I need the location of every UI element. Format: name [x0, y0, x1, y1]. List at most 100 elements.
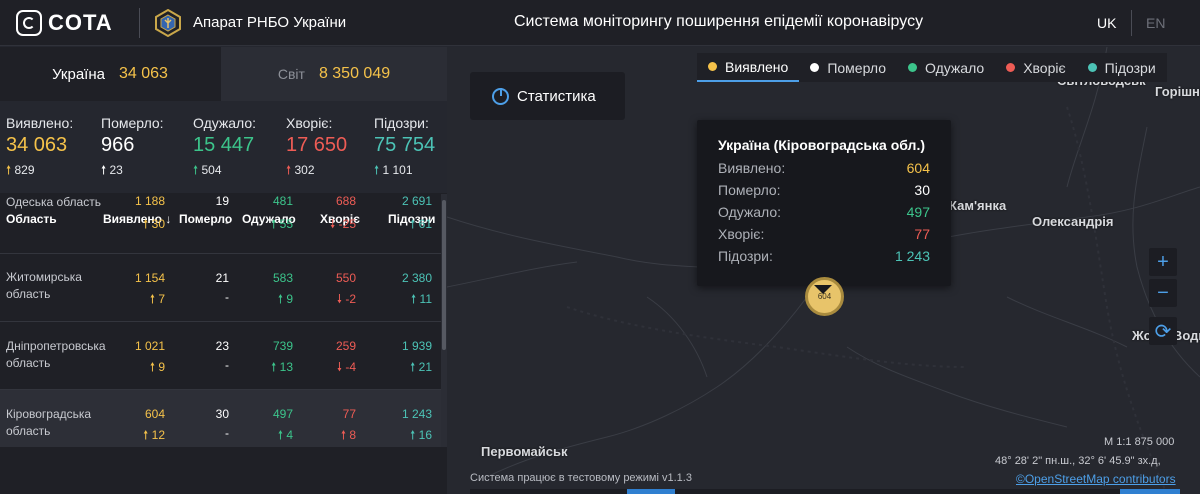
statistics-button[interactable]: Статистика — [470, 72, 625, 120]
row-recovered: 497 — [272, 407, 293, 421]
zoom-out-button[interactable]: − — [1149, 279, 1177, 307]
row-region-name: Житомирська область — [6, 270, 82, 301]
row-sick: 259 — [335, 339, 356, 353]
legend-suspected[interactable]: Підозри — [1077, 53, 1167, 82]
row-died: 23 — [215, 339, 229, 353]
stat-suspected-delta: 1 101 — [382, 163, 413, 177]
cota-logo[interactable]: COTA — [16, 8, 113, 38]
stat-sick-label: Хворіє: — [286, 115, 333, 131]
tooltip-arrow — [814, 285, 832, 294]
row-died-delta: - — [225, 215, 229, 229]
row-recovered-delta: 13 — [279, 360, 293, 374]
row-suspected-delta: 61 — [418, 217, 432, 231]
row-died-delta: - — [225, 426, 229, 440]
arrow-up-icon: 🠕 — [410, 360, 416, 374]
stat-detected-delta: 829 — [14, 163, 35, 177]
legend-label: Одужало — [925, 59, 985, 76]
refresh-icon[interactable]: ⟳ — [1149, 317, 1177, 345]
arrow-up-icon: 🠕 — [374, 163, 380, 177]
table-row[interactable]: Одеська область 1 188 🠕 30 19 - 481 🠕 55… — [0, 194, 441, 254]
tab-ukraine-label: Україна — [52, 65, 105, 83]
lang-divider — [1131, 10, 1132, 36]
arrow-up-icon: 🠕 — [277, 292, 283, 306]
row-region-name: Одеська область — [6, 195, 101, 209]
table-scrollbar-thumb[interactable] — [442, 200, 446, 350]
row-died-delta: - — [225, 358, 229, 372]
tooltip-value: 604 — [906, 160, 930, 176]
stat-sick-delta: 302 — [294, 163, 315, 177]
row-detected-delta: 9 — [158, 360, 165, 374]
tab-ukraine[interactable]: Україна 34 063 — [0, 47, 220, 101]
table-row[interactable]: Дніпропетровська область 1 021 🠕 9 23 - … — [0, 322, 441, 390]
arrow-up-icon: 🠕 — [143, 217, 149, 231]
stat-died-value: 966 — [101, 134, 135, 156]
table-row[interactable]: Житомирська область 1 154 🠕 7 21 - 583 🠕… — [0, 254, 441, 322]
legend-dot-icon — [1006, 63, 1016, 72]
tooltip-row-suspected: Підозри: 1 243 — [718, 248, 930, 264]
legend-recovered[interactable]: Одужало — [897, 53, 995, 82]
legend-label: Хворіє — [1023, 59, 1066, 76]
lang-en-button[interactable]: EN — [1146, 15, 1165, 31]
zoom-in-button[interactable]: + — [1149, 248, 1177, 276]
top-header: COTA Апарат РНБО України Система монітор… — [0, 0, 1200, 46]
row-detected-delta: 7 — [158, 292, 165, 306]
row-recovered: 481 — [272, 194, 293, 208]
row-detected-delta: 12 — [151, 428, 165, 442]
timeline-bar[interactable] — [470, 489, 1180, 494]
row-died: 19 — [215, 194, 229, 208]
row-region-name: Дніпропетровська область — [6, 339, 106, 370]
row-recovered-delta: 4 — [286, 428, 293, 442]
arrow-up-icon: 🠕 — [411, 292, 417, 306]
map-legend: Виявлено Померло Одужало Хворіє Підозри — [697, 53, 1167, 82]
tab-world[interactable]: Світ 8 350 049 — [221, 47, 447, 101]
row-suspected: 1 243 — [401, 407, 432, 421]
stat-suspected: Підозри: 75 754 🠕 1 101 — [374, 115, 435, 182]
osm-attribution-link[interactable]: ©OpenStreetMap contributors — [1016, 472, 1176, 486]
stat-recovered-value: 15 447 — [193, 134, 255, 156]
stat-recovered-label: Одужало: — [193, 115, 257, 131]
cota-logo-icon — [16, 10, 42, 36]
map-label-horishni: Горішні — [1155, 84, 1200, 99]
region-marker[interactable]: 604 — [805, 277, 844, 316]
row-suspected-delta: 21 — [418, 360, 432, 374]
tooltip-value: 30 — [914, 182, 930, 198]
arrow-down-icon: 🠗 — [336, 292, 342, 306]
stat-died: Померло: 966 🠕 23 — [101, 115, 164, 182]
map-label-kamianka: Кам'янка — [949, 198, 1007, 213]
header-divider — [139, 8, 140, 38]
timeline-segment[interactable] — [627, 489, 675, 494]
table-row-selected[interactable]: Кіровоградська область 604 🠕 12 30 - 497… — [0, 390, 441, 447]
arrow-down-icon: 🠗 — [336, 360, 342, 374]
legend-sick[interactable]: Хворіє — [995, 53, 1076, 82]
arrow-up-icon: 🠕 — [340, 428, 346, 442]
timeline-segment[interactable] — [1120, 489, 1180, 494]
rnbo-title[interactable]: Апарат РНБО України — [193, 14, 346, 31]
tooltip-label: Одужало: — [718, 204, 782, 220]
row-died: 30 — [215, 407, 229, 421]
tooltip-value: 1 243 — [894, 248, 930, 264]
lang-uk-button[interactable]: UK — [1097, 15, 1116, 31]
arrow-up-icon: 🠕 — [149, 360, 155, 374]
arrow-up-icon: 🠕 — [149, 292, 155, 306]
row-suspected-delta: 11 — [419, 292, 432, 306]
map-coordinates: 48° 28' 2" пн.ш., 32° 6' 45.9" зх.д, — [995, 455, 1161, 467]
row-region-name: Кіровоградська область — [6, 407, 92, 438]
legend-detected[interactable]: Виявлено — [697, 53, 800, 82]
row-suspected: 2 691 — [401, 194, 432, 208]
arrow-up-icon: 🠕 — [193, 163, 199, 177]
stat-suspected-label: Підозри: — [374, 115, 429, 131]
tab-world-value: 8 350 049 — [318, 65, 391, 82]
row-sick-delta: -4 — [345, 360, 356, 374]
row-detected: 604 — [144, 407, 165, 421]
tab-ukraine-value: 34 063 — [118, 65, 168, 82]
test-mode-notice: Система працює в тестовому режимі v1.1.3 — [470, 472, 692, 484]
map-scale: М 1:1 875 000 — [1104, 436, 1175, 448]
arrow-down-icon: 🠗 — [330, 217, 336, 231]
row-detected: 1 188 — [134, 194, 165, 208]
tooltip-label: Виявлено: — [718, 160, 786, 176]
arrow-up-icon: 🠕 — [6, 163, 12, 177]
tooltip-row-recovered: Одужало: 497 — [718, 204, 930, 220]
legend-died[interactable]: Померло — [799, 53, 897, 82]
row-died-delta: - — [225, 290, 229, 304]
tooltip-label: Підозри: — [718, 248, 773, 264]
